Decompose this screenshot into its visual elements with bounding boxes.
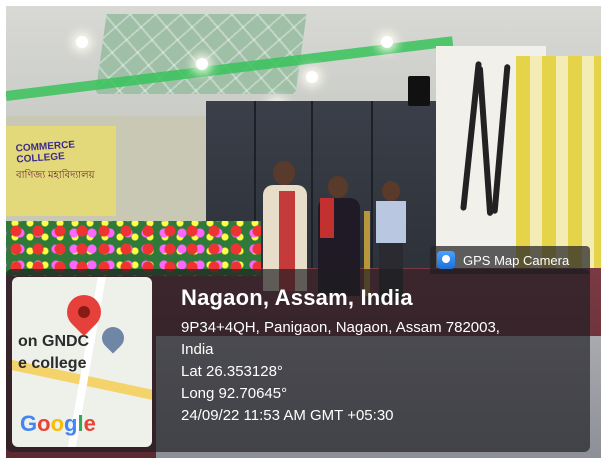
longitude: Long 92.70645°	[181, 385, 288, 402]
gps-map-camera-icon	[437, 251, 455, 269]
timestamp: 24/09/22 11:53 AM GMT +05:30	[181, 407, 394, 424]
gps-tag-label: GPS Map Camera	[463, 252, 570, 268]
address-line: 9P34+4QH, Panigaon, Nagaon, Assam 782003…	[181, 319, 500, 336]
college-banner: COMMERCE COLLEGE বাণিজ্য মহাবিদ্যালয়	[6, 126, 116, 216]
flower-decoration	[6, 221, 261, 276]
map-place-label: e college	[18, 355, 87, 372]
latitude: Lat 26.353128°	[181, 363, 283, 380]
banner-text-local: বাণিজ্য মহাবিদ্যালয়	[16, 170, 95, 181]
address-line: India	[181, 341, 214, 358]
ceiling-light	[306, 71, 318, 83]
education-pin-icon	[97, 322, 129, 354]
banner-text: COMMERCE COLLEGE	[15, 139, 76, 166]
ceiling-light	[196, 58, 208, 70]
ceiling-light	[76, 36, 88, 48]
ceiling-light	[381, 36, 393, 48]
location-info: Nagaon, Assam, India 9P34+4QH, Panigaon,…	[181, 285, 500, 427]
speaker	[408, 76, 430, 106]
map-thumbnail: on GNDC e college Google	[12, 277, 152, 447]
map-place-label: on GNDC	[18, 333, 90, 350]
google-logo: Google	[20, 411, 96, 436]
location-title: Nagaon, Assam, India	[181, 285, 413, 310]
